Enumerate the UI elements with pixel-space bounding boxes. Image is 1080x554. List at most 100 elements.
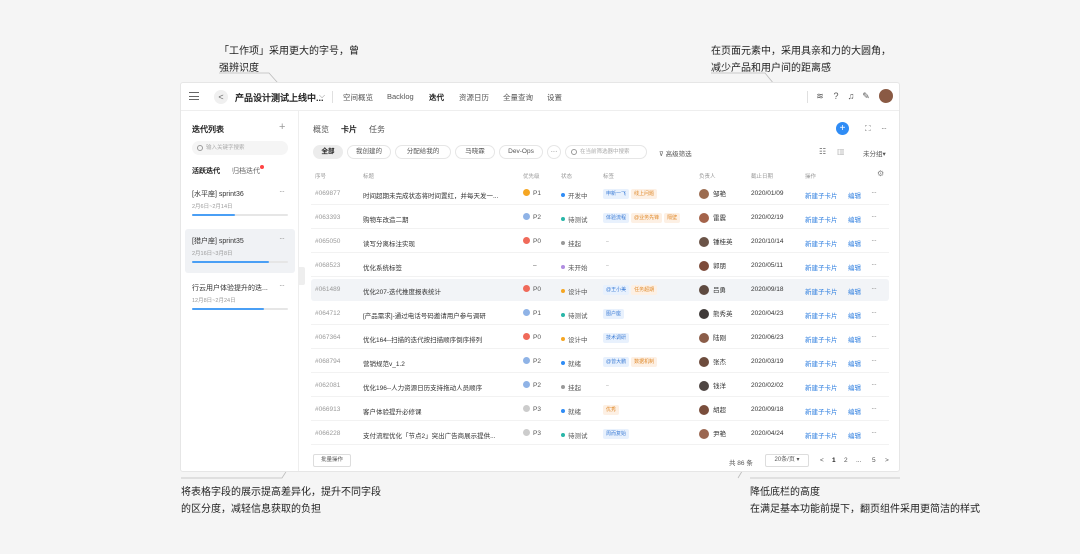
row-priority[interactable]: P1 (523, 189, 541, 197)
add-sprint-button[interactable]: + (279, 121, 285, 133)
tag-badge[interactable]: – (603, 237, 612, 247)
more-icon[interactable]: ··· (279, 187, 285, 196)
column-header[interactable]: 标签 (603, 172, 614, 180)
row-owner[interactable]: 张杰 (699, 356, 726, 367)
new-subcard-link[interactable]: 新建子卡片 (805, 334, 838, 344)
batch-action-button[interactable]: 批量操作 (313, 454, 351, 467)
page-number[interactable]: 2 (844, 457, 848, 464)
more-icon[interactable]: ··· (871, 260, 877, 269)
table-row[interactable]: #062081 优化196--人力资源日历支持拖动人员顺序 P2 挂起 – 钱洋 2020/… (311, 375, 889, 397)
table-row[interactable]: #066228 支付流程优化「节点2」突出广告商展示提供... P3 待测试 周而复始 尹… (311, 423, 889, 445)
nav-tab-settings[interactable]: 设置 (547, 92, 562, 103)
back-button[interactable]: < (214, 90, 228, 104)
settings-icon[interactable]: ⚙ (877, 169, 884, 178)
more-icon[interactable]: ··· (871, 428, 877, 437)
row-title[interactable]: 优化系统标签 (363, 262, 402, 272)
table-row[interactable]: #068523 优化系统标签 – 未开始 – 郭朋 2020/05/11 新建子卡片 编辑 ··· (311, 255, 889, 277)
more-icon[interactable]: ··· (871, 332, 877, 341)
board-view-icon[interactable]: ▥ (837, 147, 846, 156)
nav-tab-sprint[interactable]: 迭代 (429, 92, 444, 103)
more-icon[interactable]: ··· (871, 236, 877, 245)
row-priority[interactable]: P2 (523, 381, 541, 389)
table-row[interactable]: #067364 优化164--扫描的迭代按扫描顺序倒序排列 P0 设计中 技术调研 陆刚 2… (311, 327, 889, 349)
page-number[interactable]: 5 (872, 457, 876, 464)
new-subcard-link[interactable]: 新建子卡片 (805, 310, 838, 320)
bell-icon[interactable]: ♫ (846, 91, 856, 101)
row-priority[interactable]: P0 (523, 333, 541, 341)
column-header[interactable]: 优先级 (523, 172, 540, 180)
tag-badge[interactable]: 技术调研 (603, 333, 630, 343)
view-tab-overview[interactable]: 概览 (313, 124, 329, 135)
row-priority[interactable]: P0 (523, 285, 541, 293)
tag-badge[interactable]: @业务先锋 (631, 213, 663, 223)
column-header[interactable]: 状态 (561, 172, 572, 180)
tag-badge[interactable]: 线上问题 (631, 189, 658, 199)
tag-badge[interactable]: 图户座 (603, 309, 625, 319)
row-owner[interactable]: 吕勇 (699, 284, 726, 295)
edit-link[interactable]: 编辑 (848, 190, 861, 200)
tag-badge[interactable]: 优秀 (603, 405, 620, 415)
view-tab-cards[interactable]: 卡片 (341, 124, 357, 135)
tab-archived-sprints[interactable]: 归档迭代 (232, 166, 260, 176)
row-status[interactable]: 待测试 (561, 430, 588, 440)
sprint-item[interactable]: 行云用户体验提升的迭... 12月8日~2月24日 ··· (185, 276, 295, 320)
row-title[interactable]: 优化164--扫描的迭代按扫描顺序倒序排列 (363, 334, 482, 344)
new-subcard-link[interactable]: 新建子卡片 (805, 190, 838, 200)
edit-link[interactable]: 编辑 (848, 262, 861, 272)
row-owner[interactable]: 钱洋 (699, 380, 726, 391)
edit-link[interactable]: 编辑 (848, 382, 861, 392)
page-number[interactable]: 1 (832, 457, 836, 464)
more-icon[interactable]: ··· (871, 308, 877, 317)
row-title[interactable]: 营销规范v_1.2 (363, 358, 405, 368)
expand-icon[interactable]: ⛶ (865, 124, 871, 134)
edit-link[interactable]: 编辑 (848, 310, 861, 320)
new-subcard-link[interactable]: 新建子卡片 (805, 406, 838, 416)
table-row[interactable]: #066913 客户体验提升必修课 P3 就绪 优秀 胡超 2020/09/18 新建子卡片编… (311, 399, 889, 421)
pen-icon[interactable]: ✎ (861, 91, 871, 101)
row-title[interactable]: 读写分离标注实现 (363, 238, 415, 248)
row-status[interactable]: 开发中 (561, 190, 588, 200)
table-row[interactable]: #064712 [产品需求]-通过电话号码邀请用户参与调研 P1 待测试 图户座 熊秀英 2… (311, 303, 889, 325)
row-title[interactable]: 客户体验提升必修课 (363, 406, 422, 416)
more-icon[interactable]: ··· (871, 212, 877, 221)
column-header[interactable]: 截止日期 (751, 172, 773, 180)
more-icon[interactable]: ··· (279, 281, 285, 290)
new-subcard-link[interactable]: 新建子卡片 (805, 214, 838, 224)
row-owner[interactable]: 陆刚 (699, 332, 726, 343)
row-title[interactable]: 优化207-迭代推度报表统计 (363, 286, 441, 296)
row-priority[interactable]: P2 (523, 213, 541, 221)
tag-badge[interactable]: – (603, 261, 612, 271)
more-icon[interactable]: ··· (881, 124, 887, 133)
row-title[interactable]: 支付流程优化「节点2」突出广告商展示提供... (363, 430, 496, 440)
row-owner[interactable]: 胡超 (699, 404, 726, 415)
filter-chip-all[interactable]: 全部 (313, 145, 343, 159)
row-status[interactable]: 挂起 (561, 238, 581, 248)
filter-chip-assigned[interactable]: 分配给我的 (395, 145, 451, 159)
help-icon[interactable]: ? (831, 91, 841, 101)
table-row[interactable]: #061489 优化207-迭代推度报表统计 P0 设计中 @王小美 任务超期 吕勇 2020… (311, 279, 889, 301)
table-row[interactable]: #063393 购物车改造二期 P2 待测试 体验流程 @业务先锋 隔壁 雷震 2020/02/… (311, 207, 889, 229)
row-owner[interactable]: 郭朋 (699, 260, 726, 271)
row-priority[interactable]: P2 (523, 357, 541, 365)
more-icon[interactable]: ··· (871, 356, 877, 365)
nav-tab-resource-calendar[interactable]: 资源日历 (459, 92, 489, 103)
tag-badge[interactable]: 周而复始 (603, 429, 630, 439)
filter-chip-more[interactable]: ··· (547, 145, 561, 159)
user-avatar[interactable] (879, 89, 893, 103)
more-icon[interactable]: ··· (871, 188, 877, 197)
row-status[interactable]: 待测试 (561, 310, 588, 320)
new-subcard-link[interactable]: 新建子卡片 (805, 358, 838, 368)
sprint-item-selected[interactable]: [猎户座] sprint35 2月16日~3月8日 ··· (185, 229, 295, 273)
chevron-down-icon[interactable]: ⌵ (319, 91, 325, 101)
nav-tab-backlog[interactable]: Backlog (387, 92, 414, 101)
row-status[interactable]: 设计中 (561, 286, 588, 296)
edit-link[interactable]: 编辑 (848, 358, 861, 368)
new-subcard-link[interactable]: 新建子卡片 (805, 430, 838, 440)
row-title[interactable]: [产品需求]-通过电话号码邀请用户参与调研 (363, 310, 486, 320)
row-owner[interactable]: 锺桂英 (699, 236, 733, 247)
layers-icon[interactable]: ≋ (815, 91, 825, 101)
column-header[interactable]: 负责人 (699, 172, 716, 180)
add-card-button[interactable]: + (836, 122, 849, 135)
next-page-button[interactable]: > (885, 457, 889, 464)
new-subcard-link[interactable]: 新建子卡片 (805, 382, 838, 392)
